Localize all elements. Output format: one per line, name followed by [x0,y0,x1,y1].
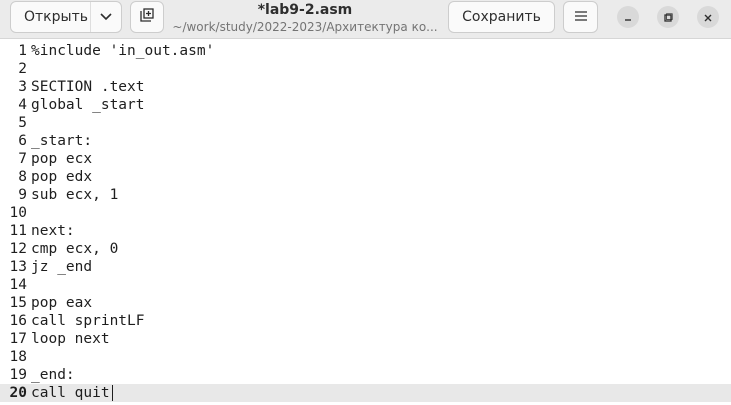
save-button[interactable]: Сохранить [448,1,555,33]
minimize-icon [623,8,633,27]
line-text[interactable]: cmp ecx, 0 [31,240,118,258]
line-number: 20 [9,385,27,401]
line-number: 16 [9,313,27,329]
file-path: ~/work/study/2022-2023/Архитектура ко... [172,20,438,34]
line-number: 1 [18,43,27,59]
code-line[interactable]: 20 call quit [0,384,731,402]
header-bar: Открыть *lab9-2.asm ~/work/study/2022-20… [0,0,731,39]
code-line[interactable]: 3 SECTION .text [0,78,731,96]
line-number: 13 [9,259,27,275]
text-cursor [112,385,113,401]
line-text[interactable]: pop eax [31,294,92,312]
window-title: *lab9-2.asm [257,2,353,18]
maximize-button[interactable] [657,6,679,28]
line-text[interactable]: sub ecx, 1 [31,186,118,204]
code-line[interactable]: 12 cmp ecx, 0 [0,240,731,258]
code-line[interactable]: 11 next: [0,222,731,240]
line-text[interactable]: loop next [31,330,110,348]
code-line[interactable]: 19 _end: [0,366,731,384]
code-editor[interactable]: 1 %include 'in_out.asm' 2 3 SECTION .text 4 gl… [0,41,731,405]
line-text[interactable]: call quit [31,384,110,402]
line-number: 7 [18,151,27,167]
line-text[interactable]: call sprintLF [31,312,145,330]
code-line[interactable]: 17 loop next [0,330,731,348]
line-number: 17 [9,331,27,347]
minimize-button[interactable] [617,6,639,28]
code-line[interactable]: 14 [0,276,731,294]
new-tab-icon [140,8,154,26]
line-number: 8 [18,169,27,185]
line-text[interactable]: pop ecx [31,150,92,168]
line-number: 11 [9,223,27,239]
line-text[interactable]: jz _end [31,258,92,276]
code-line[interactable]: 18 [0,348,731,366]
open-button[interactable]: Открыть [10,1,122,33]
line-number: 15 [9,295,27,311]
line-text[interactable]: next: [31,222,75,240]
line-text[interactable]: SECTION .text [31,78,145,96]
line-number: 4 [18,97,27,113]
line-number: 10 [9,205,27,221]
line-number: 9 [18,187,27,203]
close-icon [703,8,713,27]
code-line[interactable]: 2 [0,60,731,78]
line-number: 6 [18,133,27,149]
code-line[interactable]: 10 [0,204,731,222]
line-number: 2 [18,61,27,77]
new-tab-button[interactable] [130,1,164,33]
code-line[interactable]: 6 _start: [0,132,731,150]
maximize-icon [663,8,673,27]
line-number: 3 [18,79,27,95]
window-title-area: *lab9-2.asm ~/work/study/2022-2023/Архит… [170,0,440,38]
line-number: 5 [18,115,27,131]
line-text[interactable]: global _start [31,96,145,114]
chevron-down-icon[interactable] [90,2,121,32]
code-line[interactable]: 7 pop ecx [0,150,731,168]
line-number: 12 [9,241,27,257]
hamburger-menu-icon [574,9,587,25]
code-line[interactable]: 16 call sprintLF [0,312,731,330]
close-button[interactable] [697,6,719,28]
line-text[interactable]: _start: [31,132,92,150]
line-text[interactable]: _end: [31,366,75,384]
line-number: 18 [9,349,27,365]
line-number: 19 [9,367,27,383]
code-line[interactable]: 5 [0,114,731,132]
code-line[interactable]: 1 %include 'in_out.asm' [0,42,731,60]
code-line[interactable]: 13 jz _end [0,258,731,276]
line-number: 14 [9,277,27,293]
code-line[interactable]: 15 pop eax [0,294,731,312]
code-line[interactable]: 8 pop edx [0,168,731,186]
code-line[interactable]: 4 global _start [0,96,731,114]
line-text[interactable]: %include 'in_out.asm' [31,42,214,60]
code-line[interactable]: 9 sub ecx, 1 [0,186,731,204]
menu-button[interactable] [563,1,598,33]
line-text[interactable]: pop edx [31,168,92,186]
